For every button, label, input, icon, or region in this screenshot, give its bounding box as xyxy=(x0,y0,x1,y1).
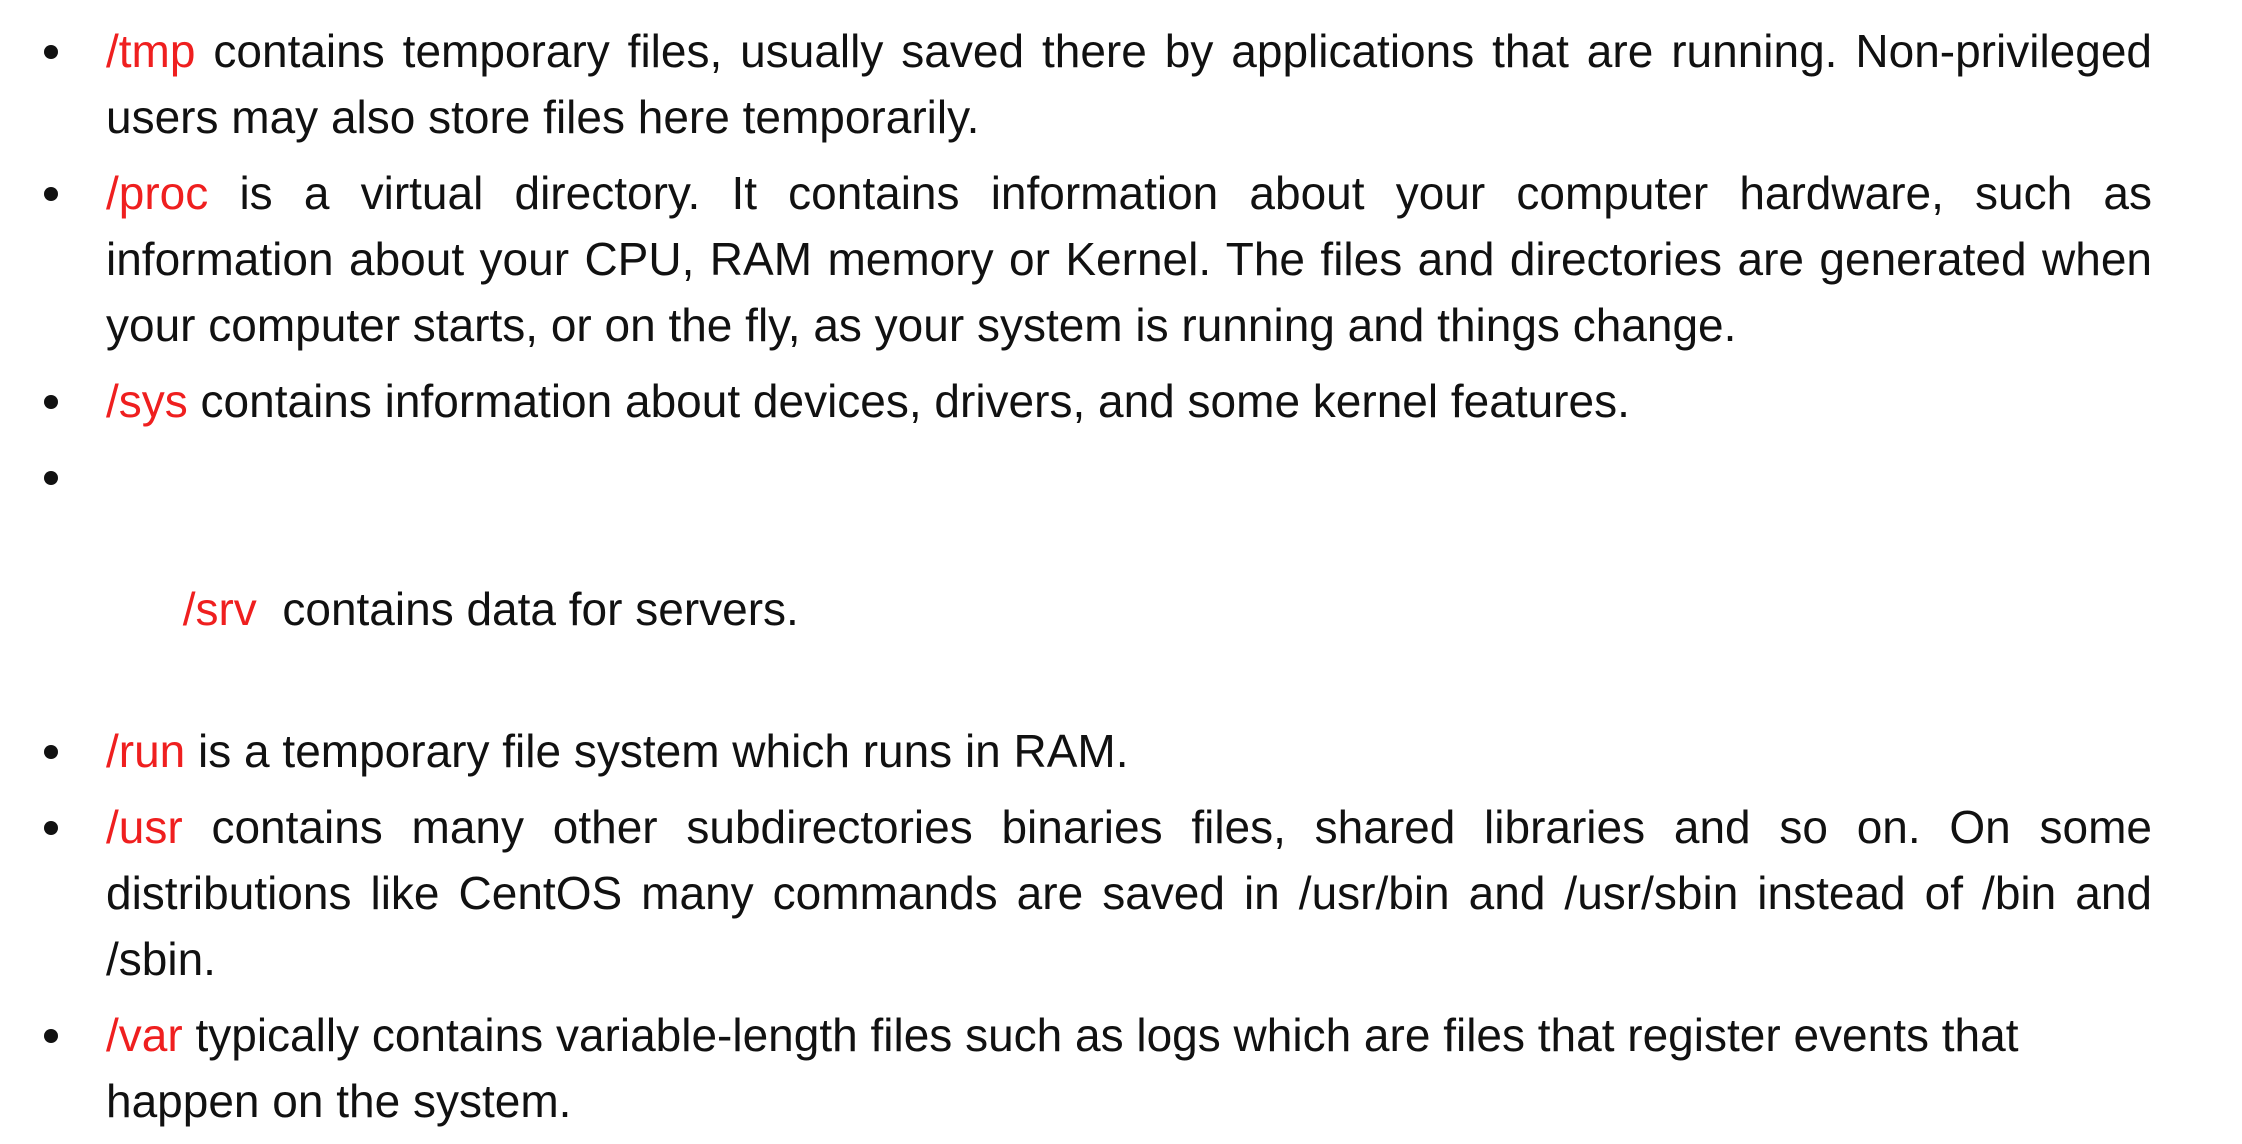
list-item-tmp: /tmp contains temporary files, usually s… xyxy=(34,18,2152,150)
item-description: contains data for servers. xyxy=(256,583,799,635)
item-description: is a temporary file system which runs in… xyxy=(185,725,1129,777)
directory-list: /tmp contains temporary files, usually s… xyxy=(34,18,2152,1134)
path-label: /var xyxy=(106,1009,183,1061)
list-item-sys: /sys contains information about devices,… xyxy=(34,368,2152,434)
list-item-usr: /usr contains many other subdirectories … xyxy=(34,794,2152,992)
path-label: /srv xyxy=(182,583,257,635)
bullet-icon xyxy=(44,745,58,759)
path-label: /tmp xyxy=(106,25,196,77)
list-item-proc: /proc is a virtual directory. It contain… xyxy=(34,160,2152,358)
list-item-var: /var typically contains variable-length … xyxy=(34,1002,2152,1134)
item-description: contains temporary files, usually saved … xyxy=(106,25,2152,143)
bullet-icon xyxy=(44,1029,58,1043)
document-body: /tmp contains temporary files, usually s… xyxy=(34,18,2152,1144)
item-description: contains many other subdirectories binar… xyxy=(106,801,2152,985)
bullet-icon xyxy=(44,395,58,409)
path-label: /usr xyxy=(106,801,183,853)
bullet-icon xyxy=(44,187,58,201)
bullet-icon xyxy=(44,821,58,835)
list-item-srv: /srv contains data for servers. xyxy=(34,444,2152,708)
list-item-run: /run is a temporary file system which ru… xyxy=(34,718,2152,784)
path-label: /proc xyxy=(106,167,209,219)
item-description: contains information about devices, driv… xyxy=(187,375,1630,427)
path-label: /sys xyxy=(106,375,188,427)
item-description: typically contains variable-length files… xyxy=(106,1009,2019,1127)
item-description: is a virtual directory. It contains info… xyxy=(106,167,2152,351)
path-label: /run xyxy=(106,725,186,777)
bullet-icon xyxy=(44,45,58,59)
bullet-icon xyxy=(44,471,58,485)
